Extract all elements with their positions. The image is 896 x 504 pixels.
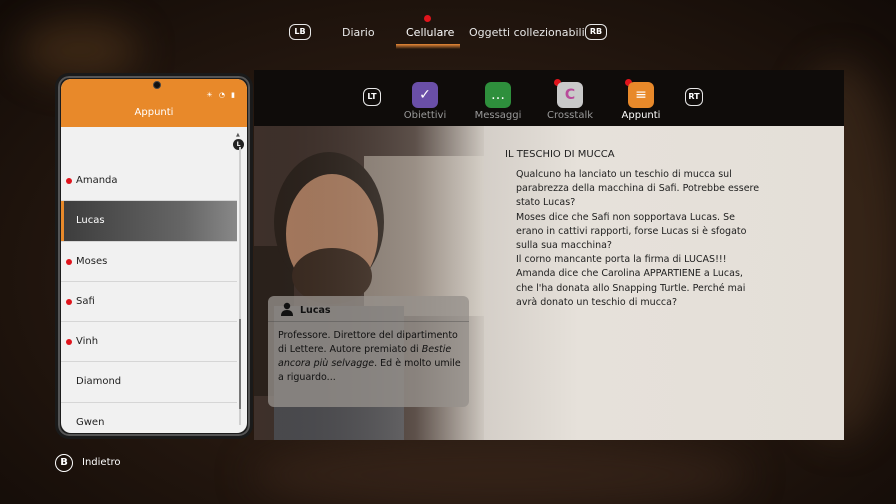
contact-vinh[interactable]: Vinh	[61, 322, 237, 363]
note-title: IL TESCHIO DI MUCCA	[505, 149, 615, 160]
note-line: Il corno mancante porta la firma di LUCA…	[516, 254, 727, 266]
contact-lucas[interactable]: Lucas	[61, 201, 237, 242]
note-line: avrà donato un teschio di mucca?	[516, 296, 678, 308]
tab-diario[interactable]: Diario	[342, 26, 375, 39]
app-tab-bar: LT ✓ Obiettivi … Messaggi C Crosstalk ≡ …	[254, 70, 844, 126]
contact-label: Moses	[76, 255, 108, 267]
lt-button[interactable]: LT	[363, 88, 381, 106]
note-line: erano in cattivi rapporti, forse Lucas s…	[516, 225, 747, 237]
phone-header: ☀ ◔ ▮ Appunti	[61, 79, 247, 127]
contact-list: Amanda Lucas Moses Safi Vinh Diamond Gwe…	[61, 161, 237, 433]
notepad-icon: ≡	[628, 82, 654, 108]
character-card-header: Lucas	[268, 296, 469, 322]
note-line: stato Lucas?	[516, 197, 576, 209]
active-tab-indicator	[396, 44, 460, 49]
phone: ☀ ◔ ▮ Appunti ▲ L Amanda Lucas Moses Saf…	[55, 73, 253, 439]
lb-button[interactable]: LB	[289, 24, 311, 40]
unread-dot	[66, 298, 72, 305]
app-label: Appunti	[621, 110, 661, 121]
checkmark-icon: ✓	[412, 82, 438, 108]
crosstalk-icon: C	[557, 82, 583, 108]
phone-title: Appunti	[134, 107, 174, 118]
back-label[interactable]: Indietro	[82, 457, 121, 468]
contact-label: Vinh	[76, 336, 99, 348]
rb-button[interactable]: RB	[585, 24, 607, 40]
note-line: Amanda dice che Carolina APPARTIENE a Lu…	[516, 268, 743, 280]
app-label: Messaggi	[474, 110, 522, 121]
note-line: che l'ha donata allo Snapping Turtle. Pe…	[516, 282, 746, 294]
scroll-up-arrow-icon: ▲	[236, 132, 240, 138]
contact-diamond[interactable]: Diamond	[61, 362, 237, 403]
app-label: Obiettivi	[403, 110, 447, 121]
character-description: Professore. Direttore del dipartimento d…	[278, 329, 464, 385]
contact-gwen[interactable]: Gwen	[61, 403, 237, 433]
chat-bubble-icon: …	[485, 82, 511, 108]
scrollbar-thumb[interactable]	[239, 319, 241, 409]
phone-screen: ☀ ◔ ▮ Appunti ▲ L Amanda Lucas Moses Saf…	[61, 79, 247, 433]
app-tab-crosstalk[interactable]: C Crosstalk	[540, 79, 600, 121]
tab-cellulare[interactable]: Cellulare	[406, 26, 454, 39]
unread-dot	[66, 339, 72, 346]
unread-dot	[66, 258, 72, 265]
cellulare-notification-dot	[424, 15, 431, 22]
b-button[interactable]: B	[55, 454, 73, 472]
app-tab-appunti[interactable]: ≡ Appunti	[611, 79, 671, 121]
contact-label: Diamond	[76, 376, 122, 388]
rt-button[interactable]: RT	[685, 88, 703, 106]
contact-label: Amanda	[76, 175, 118, 186]
top-navigation: LB Diario Cellulare Oggetti collezionabi…	[0, 0, 896, 52]
status-icons: ☀ ◔ ▮	[206, 91, 237, 99]
person-icon	[281, 302, 293, 316]
note-line: Qualcuno ha lanciato un teschio di mucca…	[516, 169, 732, 180]
unread-dot	[66, 178, 72, 184]
contact-moses[interactable]: Moses	[61, 242, 237, 282]
background-table	[250, 440, 750, 504]
note-line: Moses dice che Safi non sopportava Lucas…	[516, 211, 735, 223]
tab-oggetti-collezionabili[interactable]: Oggetti collezionabili	[469, 26, 585, 39]
contact-label: Gwen	[76, 416, 105, 428]
contact-safi[interactable]: Safi	[61, 282, 237, 323]
app-label: Crosstalk	[546, 110, 594, 121]
character-card: Lucas Professore. Direttore del dipartim…	[268, 296, 469, 407]
note-line: sulla sua macchina?	[516, 240, 612, 252]
contact-label: Lucas	[76, 215, 105, 227]
character-name: Lucas	[300, 305, 331, 316]
note-line: parabrezza della macchina di Safi. Potre…	[516, 183, 760, 195]
app-tab-messaggi[interactable]: … Messaggi	[468, 82, 528, 121]
note-body: Qualcuno ha lanciato un teschio di mucca…	[516, 168, 776, 310]
contact-label: Safi	[76, 295, 95, 307]
contact-amanda[interactable]: Amanda	[61, 161, 237, 202]
phone-camera	[153, 81, 161, 89]
app-tab-obiettivi[interactable]: ✓ Obiettivi	[395, 82, 455, 121]
